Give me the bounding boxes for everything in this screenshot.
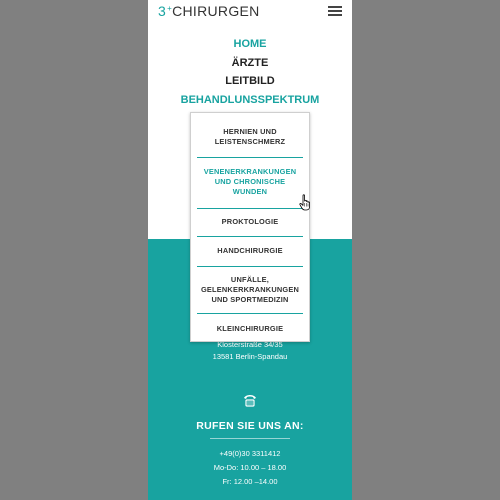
submenu-line: GELENKERKRANKUNGEN bbox=[200, 285, 300, 294]
main-navigation: HOME ÄRZTE LEITBILD BEHANDLUNSSPEKTRUM bbox=[148, 35, 352, 109]
submenu-line: UND SPORTMEDIZIN bbox=[211, 295, 289, 304]
submenu-divider bbox=[197, 266, 303, 267]
submenu-item-unfaelle[interactable]: UNFÄLLE, GELENKERKRANKUNGEN UND SPORTMED… bbox=[197, 275, 303, 305]
nav-item-behandlungsspektrum[interactable]: BEHANDLUNSSPEKTRUM bbox=[148, 91, 352, 110]
submenu-divider bbox=[197, 157, 303, 158]
submenu-line: PROKTOLOGIE bbox=[221, 217, 279, 226]
logo-name: CHIRURGEN bbox=[172, 3, 260, 19]
submenu-line: UND CHRONISCHE bbox=[214, 177, 286, 186]
nav-item-leitbild[interactable]: LEITBILD bbox=[148, 72, 352, 91]
submenu-item-venenerkrankungen[interactable]: VENENERKRANKUNGEN UND CHRONISCHE WUNDEN bbox=[197, 167, 303, 197]
submenu-line: LEISTENSCHMERZ bbox=[214, 137, 286, 146]
telephone-icon bbox=[244, 395, 256, 407]
submenu-line: VENENERKRANKUNGEN bbox=[203, 167, 297, 176]
submenu-item-hernien[interactable]: HERNIEN UND LEISTENSCHMERZ bbox=[197, 127, 303, 147]
submenu-item-kleinchirurgie[interactable]: KLEINCHIRURGIE bbox=[197, 324, 303, 334]
submenu-divider bbox=[197, 236, 303, 237]
submenu-divider bbox=[197, 208, 303, 209]
opening-hours-weekday: Mo-Do: 10.00 – 18.00 bbox=[213, 463, 287, 472]
treatment-submenu: HERNIEN UND LEISTENSCHMERZ VENENERKRANKU… bbox=[190, 112, 310, 342]
phone-number[interactable]: +49(0)30 3311412 bbox=[148, 449, 352, 458]
address-city: 13581 Berlin-Spandau bbox=[212, 352, 288, 361]
submenu-line: KLEINCHIRURGIE bbox=[216, 324, 284, 333]
hamburger-menu-icon[interactable] bbox=[328, 6, 342, 16]
submenu-line: HANDCHIRURGIE bbox=[217, 246, 283, 255]
site-logo[interactable]: 3+CHIRURGEN bbox=[158, 3, 260, 19]
submenu-line: UNFÄLLE, bbox=[230, 275, 270, 284]
hand-pointer-cursor-icon bbox=[299, 194, 310, 211]
opening-hours-friday: Fr: 12.00 –14.00 bbox=[222, 477, 278, 486]
call-us-heading: RUFEN SIE UNS AN: bbox=[196, 420, 304, 432]
logo-number: 3 bbox=[158, 3, 167, 19]
submenu-item-handchirurgie[interactable]: HANDCHIRURGIE bbox=[197, 246, 303, 256]
call-divider bbox=[210, 438, 290, 439]
submenu-line: WUNDEN bbox=[232, 187, 268, 196]
nav-item-home[interactable]: HOME bbox=[148, 35, 352, 54]
nav-item-aerzte[interactable]: ÄRZTE bbox=[148, 54, 352, 73]
submenu-line: HERNIEN UND bbox=[223, 127, 277, 136]
submenu-item-proktologie[interactable]: PROKTOLOGIE bbox=[197, 217, 303, 227]
submenu-divider bbox=[197, 313, 303, 314]
logo-superscript: + bbox=[167, 4, 173, 13]
mobile-viewport: 3+CHIRURGEN HOME ÄRZTE LEITBILD BEHANDLU… bbox=[148, 0, 352, 500]
